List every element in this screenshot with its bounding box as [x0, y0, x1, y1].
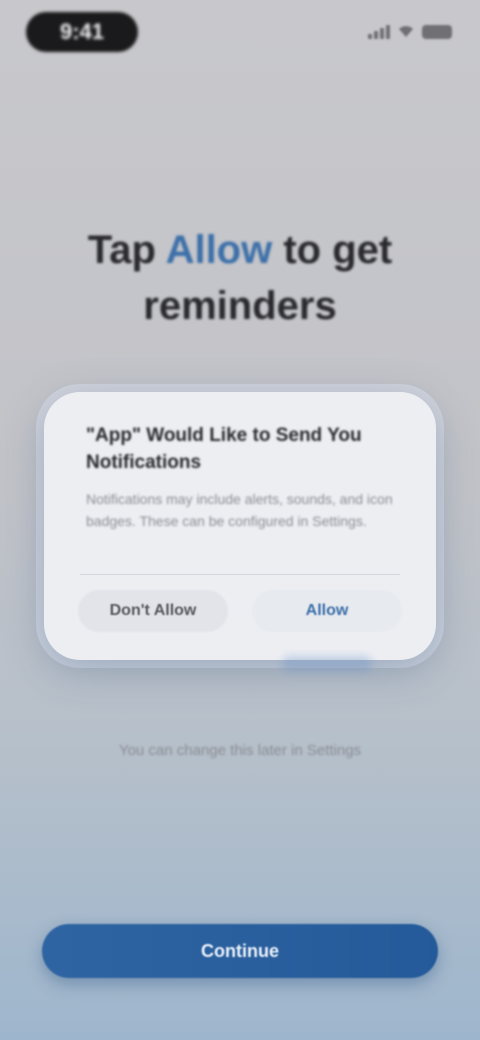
status-bar: 9:41 — [0, 0, 480, 64]
page-headline: Tap Allow to get reminders — [40, 222, 440, 334]
headline-line2: reminders — [143, 284, 337, 328]
permission-dialog: "App" Would Like to Send You Notificatio… — [44, 392, 436, 672]
headline-accent: Allow — [165, 228, 273, 272]
dont-allow-button[interactable]: Don't Allow — [78, 590, 228, 632]
signal-icon — [368, 25, 390, 39]
status-icons — [368, 22, 452, 42]
dialog-divider — [80, 574, 400, 575]
headline-suffix: to get — [283, 228, 393, 272]
battery-icon — [422, 25, 452, 39]
dialog-title: "App" Would Like to Send You Notificatio… — [86, 425, 362, 473]
status-time: 9:41 — [26, 12, 138, 52]
wifi-icon — [399, 26, 413, 37]
allow-button[interactable]: Allow — [252, 590, 402, 632]
settings-note: You can change this later in Settings — [118, 742, 362, 759]
tap-indicator — [282, 656, 372, 672]
headline-prefix: Tap — [87, 228, 156, 272]
continue-button[interactable]: Continue — [42, 924, 438, 978]
dialog-body: Notifications may include alerts, sounds… — [86, 491, 393, 529]
